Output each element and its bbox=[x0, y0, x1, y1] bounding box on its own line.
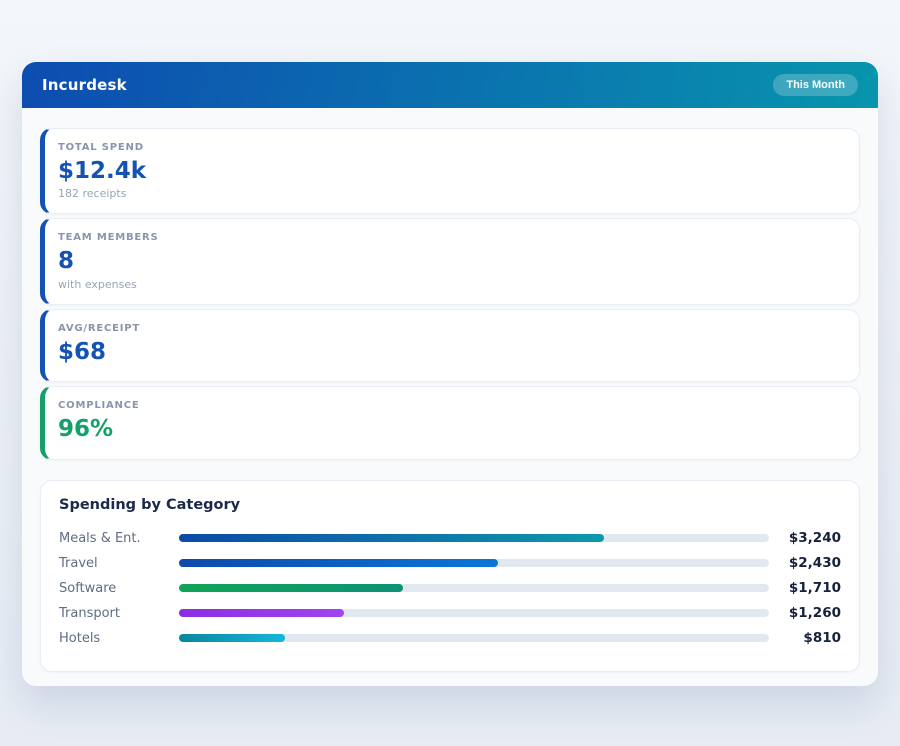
bar-fill bbox=[179, 609, 344, 617]
category-label: Travel bbox=[59, 556, 179, 571]
bar-track bbox=[179, 559, 769, 567]
bar-value: $2,430 bbox=[779, 555, 841, 571]
category-label: Hotels bbox=[59, 631, 179, 646]
period-badge[interactable]: This Month bbox=[773, 74, 858, 96]
bar-fill bbox=[179, 534, 604, 542]
stat-card: AVG/RECEIPT $68 bbox=[40, 309, 860, 382]
category-label: Transport bbox=[59, 606, 179, 621]
bar-value: $1,710 bbox=[779, 580, 841, 596]
chart-rows: Meals & Ent. $3,240 Travel $2,430 Software $1… bbox=[59, 526, 841, 651]
app-title: Incurdesk bbox=[42, 76, 127, 94]
spending-chart-card: Spending by Category Meals & Ent. $3,240 T… bbox=[40, 480, 860, 672]
bar-fill bbox=[179, 584, 403, 592]
stat-value: 8 bbox=[58, 248, 843, 274]
stat-card: TEAM MEMBERS 8 with expenses bbox=[40, 218, 860, 304]
app-header: Incurdesk This Month bbox=[22, 62, 878, 108]
stat-card: COMPLIANCE 96% bbox=[40, 386, 860, 459]
stat-label: COMPLIANCE bbox=[58, 400, 843, 411]
chart-title: Spending by Category bbox=[59, 497, 841, 513]
stat-value: 96% bbox=[58, 416, 843, 442]
chart-row: Meals & Ent. $3,240 bbox=[59, 526, 841, 551]
chart-row: Travel $2,430 bbox=[59, 551, 841, 576]
stat-label: AVG/RECEIPT bbox=[58, 323, 843, 334]
chart-row: Hotels $810 bbox=[59, 626, 841, 651]
stat-value: $68 bbox=[58, 339, 843, 365]
stat-card: TOTAL SPEND $12.4k 182 receipts bbox=[40, 128, 860, 214]
stat-subtitle: 182 receipts bbox=[58, 187, 843, 200]
bar-track bbox=[179, 534, 769, 542]
bar-value: $3,240 bbox=[779, 530, 841, 546]
category-label: Software bbox=[59, 581, 179, 596]
stats-section: TOTAL SPEND $12.4k 182 receipts TEAM MEM… bbox=[22, 108, 878, 460]
stat-label: TOTAL SPEND bbox=[58, 142, 843, 153]
stat-subtitle: with expenses bbox=[58, 278, 843, 291]
chart-row: Transport $1,260 bbox=[59, 601, 841, 626]
chart-row: Software $1,710 bbox=[59, 576, 841, 601]
category-label: Meals & Ent. bbox=[59, 531, 179, 546]
bar-value: $1,260 bbox=[779, 605, 841, 621]
stat-value: $12.4k bbox=[58, 158, 843, 184]
bar-fill bbox=[179, 634, 285, 642]
stat-label: TEAM MEMBERS bbox=[58, 232, 843, 243]
bar-track bbox=[179, 584, 769, 592]
bar-value: $810 bbox=[779, 630, 841, 646]
dashboard-panel: Incurdesk This Month TOTAL SPEND $12.4k … bbox=[22, 62, 878, 686]
bar-track bbox=[179, 609, 769, 617]
bar-fill bbox=[179, 559, 498, 567]
bar-track bbox=[179, 634, 769, 642]
